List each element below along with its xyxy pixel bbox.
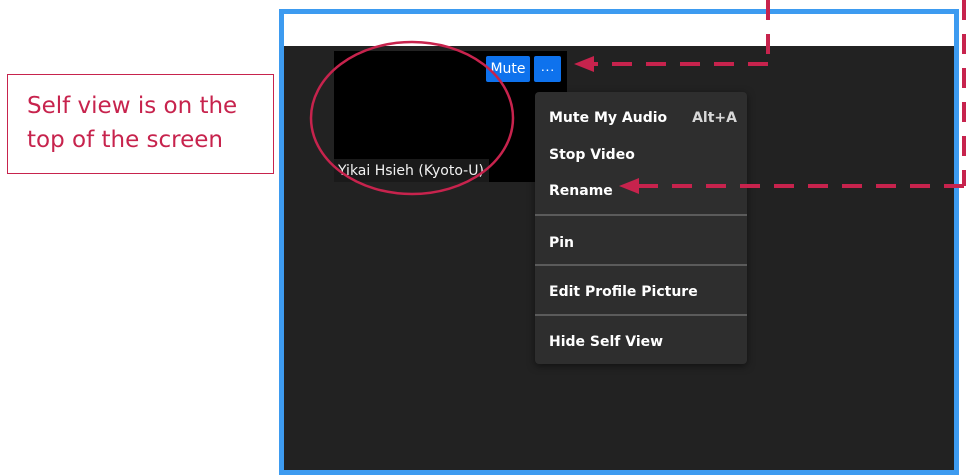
- annotation-overlay: [309, 0, 966, 196]
- arrowhead-more: [574, 56, 594, 72]
- self-view-highlight-ellipse: [309, 40, 515, 196]
- arrow-to-rename: [638, 0, 966, 188]
- arrow-to-more-button: [594, 0, 770, 66]
- arrowhead-rename: [619, 178, 639, 194]
